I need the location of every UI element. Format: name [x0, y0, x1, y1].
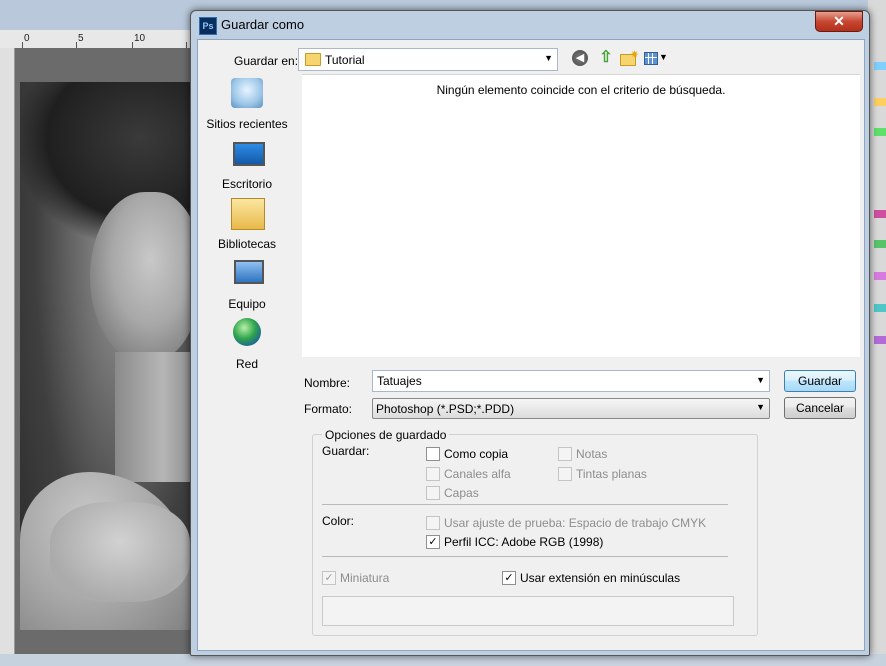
alpha-channels-label: Canales alfa [444, 467, 511, 481]
chevron-down-icon: ▼ [756, 402, 765, 412]
lowercase-extension-label[interactable]: Usar extensión en minúsculas [520, 571, 680, 585]
spot-colors-label: Tintas planas [576, 467, 647, 481]
spot-colors-checkbox [558, 467, 572, 481]
photoshop-panels-edge [868, 0, 886, 666]
layers-checkbox [426, 486, 440, 500]
proof-setup-checkbox [426, 516, 440, 530]
divider [322, 504, 728, 505]
file-name-value: Tatuajes [377, 374, 422, 388]
as-copy-checkbox[interactable] [426, 447, 440, 461]
thumbnail-label: Miniatura [340, 571, 390, 585]
cancel-button[interactable]: Cancelar [784, 397, 856, 419]
place-desktop[interactable]: Escritorio [200, 134, 294, 194]
empty-list-message: Ningún elemento coincide con el criterio… [436, 83, 726, 97]
libraries-icon [231, 198, 265, 230]
place-recent[interactable]: Sitios recientes [200, 74, 294, 134]
dialog-title: Guardar como [221, 17, 305, 32]
save-options-title: Opciones de guardado [322, 428, 450, 442]
chevron-down-icon[interactable]: ▼ [756, 375, 765, 385]
up-folder-icon[interactable]: ⇧ [596, 48, 616, 68]
horizontal-ruler: 0 5 10 [0, 30, 192, 49]
back-icon[interactable]: ◀ [572, 50, 588, 66]
save-in-value: Tutorial [325, 53, 365, 67]
layers-label: Capas [444, 486, 479, 500]
place-label: Escritorio [221, 177, 272, 191]
warning-description-box [322, 596, 734, 626]
document-photo [20, 82, 192, 630]
ruler-tick-label: 5 [78, 33, 84, 44]
icc-profile-label[interactable]: Perfil ICC: Adobe RGB (1998) [444, 535, 603, 549]
format-label: Formato: [304, 402, 353, 416]
file-name-label: Nombre: [304, 376, 351, 390]
view-menu-icon[interactable]: ▼ [642, 48, 668, 68]
place-label: Red [235, 357, 258, 371]
color-label: Color: [322, 514, 355, 528]
close-button[interactable]: ✕ [815, 11, 863, 32]
ruler-tick-label: 10 [134, 33, 146, 44]
ruler-tick-label: 0 [24, 33, 30, 44]
alpha-channels-checkbox [426, 467, 440, 481]
network-icon [233, 318, 261, 346]
save-in-label: Guardar en: [234, 54, 299, 68]
format-value: Photoshop (*.PSD;*.PDD) [376, 402, 515, 416]
icc-profile-checkbox[interactable]: ✓ [426, 535, 440, 549]
folder-icon [305, 53, 321, 66]
place-label: Sitios recientes [206, 117, 288, 131]
place-computer[interactable]: Equipo [200, 254, 294, 314]
file-list[interactable]: Ningún elemento coincide con el criterio… [302, 74, 860, 357]
thumbnail-checkbox: ✓ [322, 571, 336, 585]
divider [322, 556, 728, 557]
vertical-ruler [0, 48, 15, 666]
notes-label: Notas [576, 447, 608, 461]
save-button[interactable]: Guardar [784, 370, 856, 392]
place-network[interactable]: Red [200, 314, 294, 374]
place-label: Equipo [228, 297, 266, 311]
places-bar: Sitios recientes Escritorio Bibliotecas … [200, 74, 294, 400]
chevron-down-icon: ▼ [544, 53, 553, 63]
photoshop-app-icon: Ps [199, 17, 217, 35]
desktop-icon [233, 142, 265, 166]
as-copy-label[interactable]: Como copia [444, 447, 508, 461]
save-as-dialog: Ps Guardar como ✕ Guardar en: Tutorial ▼… [190, 10, 870, 656]
save-options-save-label: Guardar: [322, 444, 370, 458]
format-select[interactable]: Photoshop (*.PSD;*.PDD) ▼ [372, 398, 770, 419]
file-name-input[interactable]: Tatuajes ▼ [372, 370, 770, 392]
lowercase-extension-checkbox[interactable]: ✓ [502, 571, 516, 585]
place-libraries[interactable]: Bibliotecas [200, 194, 294, 254]
place-label: Bibliotecas [217, 237, 277, 251]
dialog-title-bar[interactable]: Ps Guardar como ✕ [191, 11, 869, 39]
recent-places-icon [231, 78, 263, 108]
dialog-body: Guardar en: Tutorial ▼ ◀ ⇧ ✷ ▼ Sitios re… [197, 39, 865, 651]
computer-icon [234, 260, 264, 284]
notes-checkbox [558, 447, 572, 461]
proof-setup-label: Usar ajuste de prueba: Espacio de trabaj… [444, 516, 707, 530]
save-in-dropdown[interactable]: Tutorial ▼ [298, 48, 558, 71]
new-folder-icon[interactable]: ✷ [618, 48, 639, 68]
